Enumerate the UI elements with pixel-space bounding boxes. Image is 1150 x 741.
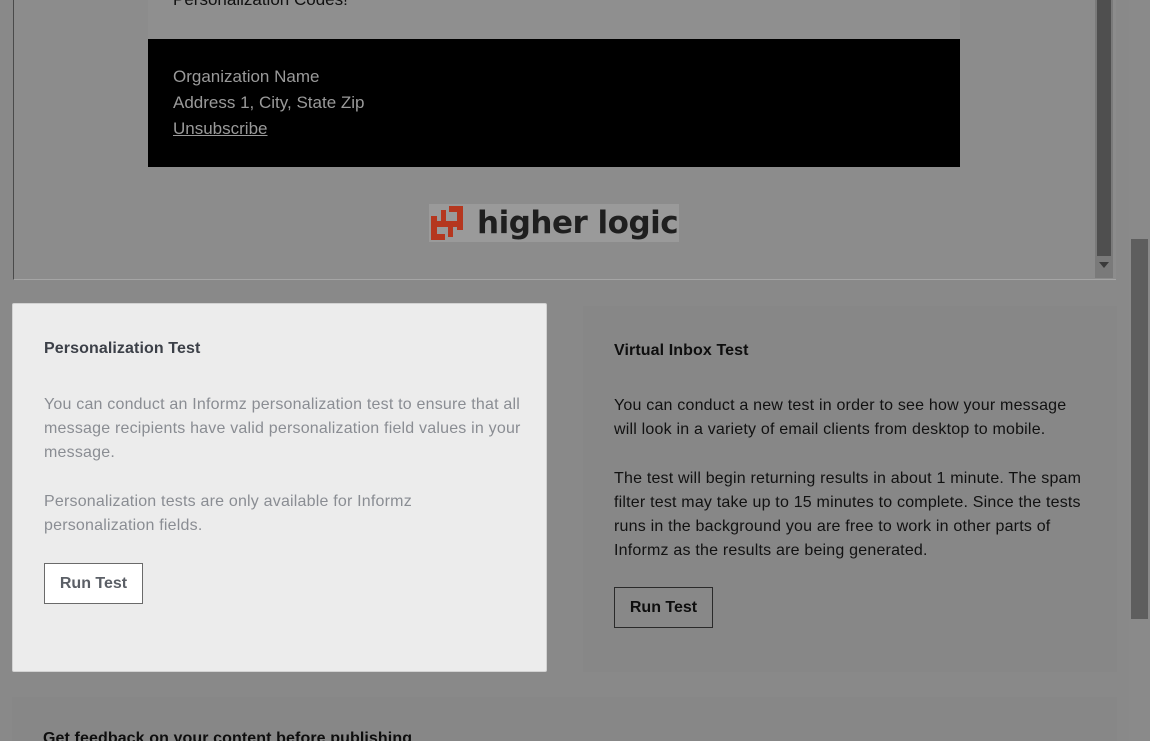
email-footer: Organization Name Address 1, City, State… [148, 39, 960, 167]
page-scrollbar[interactable] [1129, 0, 1150, 741]
virtual-inbox-run-test-button[interactable]: Run Test [614, 587, 713, 628]
footer-address: Address 1, City, State Zip [173, 93, 365, 112]
preview-text-block: Personalization Codes! [148, 0, 960, 39]
personalization-test-card: Personalization Test You can conduct an … [12, 303, 547, 672]
page: Personalization Codes! Organization Name… [0, 0, 1150, 741]
page-scrollbar-thumb[interactable] [1131, 239, 1148, 619]
higher-logic-mark-icon [429, 204, 465, 242]
virtual-inbox-test-title: Virtual Inbox Test [614, 342, 749, 359]
virtual-inbox-test-card: Virtual Inbox Test You can conduct a new… [583, 306, 1117, 672]
email-preview-frame: Personalization Codes! Organization Name… [13, 0, 1116, 280]
virtual-inbox-test-details: The test will begin returning results in… [614, 470, 1082, 559]
personalization-test-description: You can conduct an Informz personalizati… [44, 396, 521, 461]
preview-top-text: Personalization Codes! [173, 0, 348, 10]
personalization-run-test-button[interactable]: Run Test [44, 563, 143, 604]
footer-org-name: Organization Name [173, 67, 320, 86]
unsubscribe-link[interactable]: Unsubscribe [173, 116, 364, 142]
feedback-card: Get feedback on your content before publ… [12, 697, 1117, 741]
preview-scrollbar[interactable] [1095, 0, 1113, 278]
preview-scrollbar-thumb[interactable] [1097, 0, 1111, 256]
higher-logic-logo: higher logic [429, 204, 679, 242]
personalization-test-title: Personalization Test [44, 340, 201, 357]
personalization-test-note: Personalization tests are only available… [44, 493, 412, 534]
virtual-inbox-test-description: You can conduct a new test in order to s… [614, 397, 1067, 438]
scroll-down-arrow-icon[interactable] [1099, 262, 1109, 268]
logo-text: higher logic [477, 205, 679, 241]
feedback-title: Get feedback on your content before publ… [43, 730, 413, 741]
